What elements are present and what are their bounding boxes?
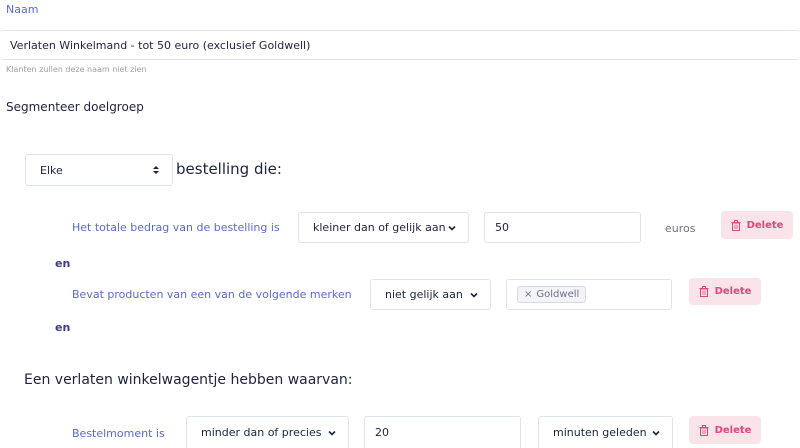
condition-operator-select[interactable]: kleiner dan of gelijk aan <box>298 212 469 243</box>
condition-operator-value: kleiner dan of gelijk aan <box>313 221 446 234</box>
chevron-down-icon <box>470 292 478 298</box>
abandoned-title: Een verlaten winkelwagentje hebben waarv… <box>24 372 353 388</box>
condition-label: Bestelmoment is <box>72 427 165 440</box>
condition-value: 50 <box>495 221 509 234</box>
name-label: Naam <box>6 3 39 16</box>
time-unit-select[interactable]: minuten geleden <box>538 416 673 448</box>
trash-icon <box>731 219 741 231</box>
chevron-down-icon <box>328 430 336 436</box>
connector-label: en <box>55 321 71 334</box>
condition-unit: euros <box>665 222 696 235</box>
condition-operator-select[interactable]: niet gelijk aan <box>370 279 491 310</box>
trash-icon <box>699 424 709 436</box>
condition-operator-value: minder dan of precies <box>201 426 322 439</box>
brand-tags-input[interactable]: × Goldwell <box>506 279 672 310</box>
scope-select-value: Elke <box>40 163 63 177</box>
remove-tag-icon[interactable]: × <box>524 289 532 300</box>
chevron-down-icon <box>448 225 456 231</box>
name-hint: Klanten zullen deze naam niet zien <box>6 65 147 74</box>
delete-button[interactable]: Delete <box>689 278 761 305</box>
connector-label: en <box>55 257 71 270</box>
brand-tag[interactable]: × Goldwell <box>517 286 587 303</box>
condition-operator-select[interactable]: minder dan of precies <box>186 416 349 448</box>
name-input[interactable]: Verlaten Winkelmand - tot 50 euro (exclu… <box>0 30 800 60</box>
condition-value: 20 <box>375 426 389 439</box>
brand-tag-label: Goldwell <box>536 289 580 300</box>
condition-operator-value: niet gelijk aan <box>385 288 463 301</box>
condition-label: Bevat producten van een van de volgende … <box>72 288 352 301</box>
scope-suffix: bestelling die: <box>176 160 282 178</box>
trash-icon <box>699 286 709 297</box>
delete-label: Delete <box>746 219 784 231</box>
condition-value-input[interactable]: 20 <box>364 416 521 448</box>
segment-title: Segmenteer doelgroep <box>6 100 144 114</box>
time-unit-value: minuten geleden <box>553 426 647 439</box>
delete-label: Delete <box>714 424 752 436</box>
delete-button[interactable]: Delete <box>689 416 761 444</box>
delete-button[interactable]: Delete <box>721 211 793 239</box>
sort-arrows-icon <box>153 166 159 174</box>
name-input-value: Verlaten Winkelmand - tot 50 euro (exclu… <box>10 38 311 52</box>
condition-value-input[interactable]: 50 <box>484 212 641 243</box>
scope-select[interactable]: Elke <box>25 154 173 186</box>
delete-label: Delete <box>714 286 752 297</box>
condition-label: Het totale bedrag van de bestelling is <box>72 221 280 234</box>
chevron-down-icon <box>652 430 660 436</box>
